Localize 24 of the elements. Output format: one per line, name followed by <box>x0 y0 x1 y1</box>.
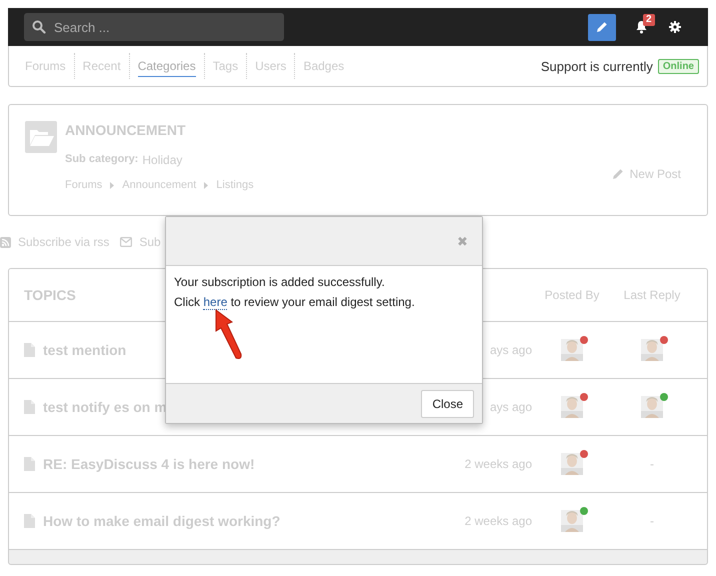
message-text: Your subscription is added successfully. <box>174 274 386 291</box>
envelope-icon <box>120 237 132 247</box>
caret-icon <box>204 182 208 188</box>
empty-reply: - <box>650 457 654 471</box>
pencil-icon <box>612 168 624 180</box>
bell-icon <box>634 20 648 34</box>
search-icon <box>32 20 46 34</box>
notification-count: 2 <box>643 14 655 26</box>
document-icon <box>24 457 35 471</box>
close-button[interactable]: Close <box>421 390 474 418</box>
document-icon <box>24 343 35 357</box>
search-field[interactable]: Search ... <box>24 13 284 41</box>
document-icon <box>24 514 35 528</box>
rss-icon <box>0 236 11 248</box>
nav-tab[interactable]: Categories <box>138 56 196 76</box>
status-badge: Online <box>658 58 699 74</box>
caret-icon <box>110 182 114 188</box>
pencil-icon <box>596 21 608 33</box>
compose-button[interactable] <box>588 14 616 40</box>
settings-icon <box>669 21 681 33</box>
empty-reply: - <box>650 514 654 528</box>
support-label: Support is currently <box>540 58 653 74</box>
document-icon <box>24 400 35 414</box>
notifications-button[interactable]: 2 <box>624 12 658 42</box>
